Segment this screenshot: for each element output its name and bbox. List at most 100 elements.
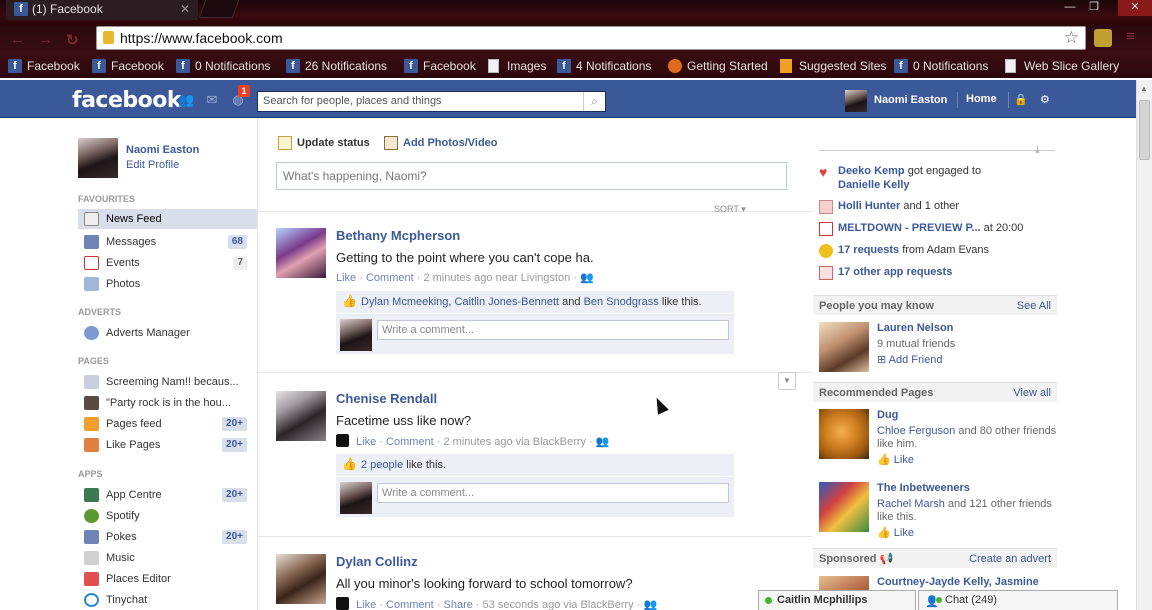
sidebar-item-spotify[interactable]: Spotify	[78, 506, 257, 526]
sponsored-text[interactable]: Courtney-Jayde Kelly, Jasmine	[877, 576, 1039, 588]
new-tab-button[interactable]	[198, 0, 240, 18]
friends-audience-icon[interactable]: 👥	[643, 599, 657, 610]
chat-tab[interactable]: Caitlin Mcphillips	[758, 590, 916, 610]
like-page-button[interactable]: 👍 Like	[877, 453, 914, 466]
chevron-down-icon[interactable]: ▼	[778, 372, 796, 390]
sidebar-item-news-feed[interactable]: News Feed	[78, 209, 257, 229]
comment-input[interactable]: Write a comment...	[377, 483, 729, 503]
bookmark-star-icon[interactable]: ☆	[1064, 27, 1079, 49]
friend-requests-icon[interactable]: 👥	[178, 93, 194, 107]
friends-audience-icon[interactable]: 👥	[580, 272, 594, 284]
page-scrollbar[interactable]: ▲	[1136, 80, 1152, 610]
facebook-logo[interactable]: facebook	[72, 88, 182, 113]
gear-icon[interactable]: ⚙	[1040, 93, 1050, 106]
search-icon[interactable]: ⌕	[583, 92, 605, 111]
messages-icon[interactable]: ✉	[204, 93, 220, 107]
comment-link[interactable]: Comment	[386, 436, 434, 448]
edit-profile-link[interactable]: Edit Profile	[126, 159, 179, 171]
privacy-shortcuts-icon[interactable]: 🔒	[1014, 93, 1028, 106]
sidebar-item-tinychat[interactable]: Tinychat	[78, 590, 257, 610]
ticker-item[interactable]: Holli Hunter and 1 other	[819, 200, 959, 214]
sidebar-item-messages[interactable]: Messages 68	[78, 232, 257, 252]
profile-link[interactable]: Naomi Easton	[845, 90, 947, 114]
bookmark-item[interactable]: f Facebook	[404, 57, 476, 75]
page-name[interactable]: The Inbetweeners	[877, 482, 970, 494]
sidebar-item-like-pages[interactable]: Like Pages 20+	[78, 435, 257, 455]
comment-input[interactable]: Write a comment...	[377, 320, 729, 340]
page-image[interactable]	[819, 409, 869, 459]
close-tab-icon[interactable]: ✕	[180, 0, 190, 18]
bookmark-item[interactable]: Images	[488, 57, 546, 75]
search-input[interactable]: Search for people, places and things ⌕	[257, 91, 606, 112]
forward-icon[interactable]: →	[38, 31, 53, 48]
sidebar-item-page[interactable]: Screeming Nam!! becaus...	[78, 372, 257, 392]
sidebar-item-adverts-manager[interactable]: Adverts Manager	[78, 323, 257, 343]
reload-icon[interactable]: ↻	[66, 31, 79, 49]
ticker-item[interactable]: 17 requests from Adam Evans	[819, 244, 989, 258]
sidebar-item-music[interactable]: Music	[78, 548, 257, 568]
create-advert-link[interactable]: Create an advert	[969, 549, 1051, 569]
avatar[interactable]	[276, 391, 326, 441]
status-input[interactable]: What's happening, Naomi?	[276, 162, 787, 190]
scroll-thumb[interactable]	[1139, 100, 1150, 160]
likes-count-link[interactable]: 2 people	[361, 459, 403, 471]
sidebar-item-events[interactable]: Events 7	[78, 253, 257, 273]
avatar[interactable]	[276, 554, 326, 604]
sidebar-item-places-editor[interactable]: Places Editor	[78, 569, 257, 589]
avatar[interactable]	[78, 138, 118, 178]
post-author[interactable]: Dylan Collinz	[336, 554, 418, 569]
page-image[interactable]	[819, 482, 869, 532]
download-icon[interactable]: ⤓	[1035, 144, 1040, 157]
bookmark-item[interactable]: f4 Notifications	[557, 57, 651, 75]
bookmark-item[interactable]: Suggested Sites	[780, 57, 886, 75]
comment-link[interactable]: Comment	[386, 599, 434, 610]
sidebar-item-pokes[interactable]: Pokes 20+	[78, 527, 257, 547]
like-page-button[interactable]: 👍 Like	[877, 526, 914, 539]
avatar[interactable]	[819, 322, 869, 372]
liker-link[interactable]: Ben Snodgrass	[584, 296, 659, 308]
maximize-icon[interactable]: ❐	[1082, 0, 1106, 16]
add-photos-tab[interactable]: Add Photos/Video	[384, 136, 498, 150]
avatar[interactable]	[276, 228, 326, 278]
friends-audience-icon[interactable]: 👥	[596, 436, 610, 448]
add-friend-button[interactable]: ⊞ Add Friend	[877, 353, 942, 366]
liker-link[interactable]: Dylan Mcmeeking	[361, 296, 448, 308]
scroll-up-icon[interactable]: ▲	[1140, 84, 1148, 93]
like-link[interactable]: Like	[356, 436, 376, 448]
extension-icon[interactable]	[1094, 29, 1112, 47]
sidebar-item-page[interactable]: "Party rock is in the hou...	[78, 393, 257, 413]
share-link[interactable]: Share	[444, 599, 473, 610]
bookmark-item[interactable]: f Facebook	[92, 57, 164, 75]
ticker-item[interactable]: MELTDOWN - PREVIEW P... at 20:00	[819, 222, 1023, 236]
like-link[interactable]: Like	[356, 599, 376, 610]
bookmark-item[interactable]: f 26 Notifications	[286, 57, 387, 75]
like-link[interactable]: Like	[336, 272, 356, 284]
address-bar[interactable]: https://www.facebook.com ☆	[96, 26, 1086, 50]
profile-name[interactable]: Naomi Easton	[126, 144, 199, 156]
bookmark-item[interactable]: f Facebook	[8, 57, 80, 75]
ticker-item[interactable]: ♥ Deeko Kemp got engaged to	[819, 165, 981, 179]
minimize-icon[interactable]: —	[1058, 0, 1082, 16]
sort-menu[interactable]: SORT ▾	[714, 204, 746, 215]
suggestion-name[interactable]: Lauren Nelson	[877, 322, 953, 334]
chat-sidebar-toggle[interactable]: 👤 Chat (249)	[918, 590, 1118, 610]
bookmark-item[interactable]: Web Slice Gallery	[1005, 57, 1119, 75]
page-name[interactable]: Dug	[877, 409, 898, 421]
liker-link[interactable]: Caitlin Jones-Bennett	[455, 296, 560, 308]
ticker-item[interactable]: 17 other app requests	[819, 266, 952, 280]
view-all-link[interactable]: View all	[1013, 383, 1051, 403]
browser-tab[interactable]: f (1) Facebook ✕	[6, 0, 198, 20]
post-author[interactable]: Chenise Rendall	[336, 391, 437, 406]
sidebar-item-photos[interactable]: Photos	[78, 274, 257, 294]
sidebar-item-app-centre[interactable]: App Centre 20+	[78, 485, 257, 505]
update-status-tab[interactable]: Update status	[278, 136, 370, 150]
comment-link[interactable]: Comment	[366, 272, 414, 284]
bookmark-item[interactable]: Getting Started	[668, 57, 768, 75]
sidebar-item-pages-feed[interactable]: Pages feed 20+	[78, 414, 257, 434]
menu-icon[interactable]: ≡	[1126, 28, 1135, 45]
bookmark-item[interactable]: f0 Notifications	[894, 57, 988, 75]
back-icon[interactable]: ←	[10, 31, 25, 48]
close-window-icon[interactable]: ✕	[1118, 0, 1152, 16]
home-link[interactable]: Home	[966, 93, 997, 105]
post-author[interactable]: Bethany Mcpherson	[336, 228, 460, 243]
